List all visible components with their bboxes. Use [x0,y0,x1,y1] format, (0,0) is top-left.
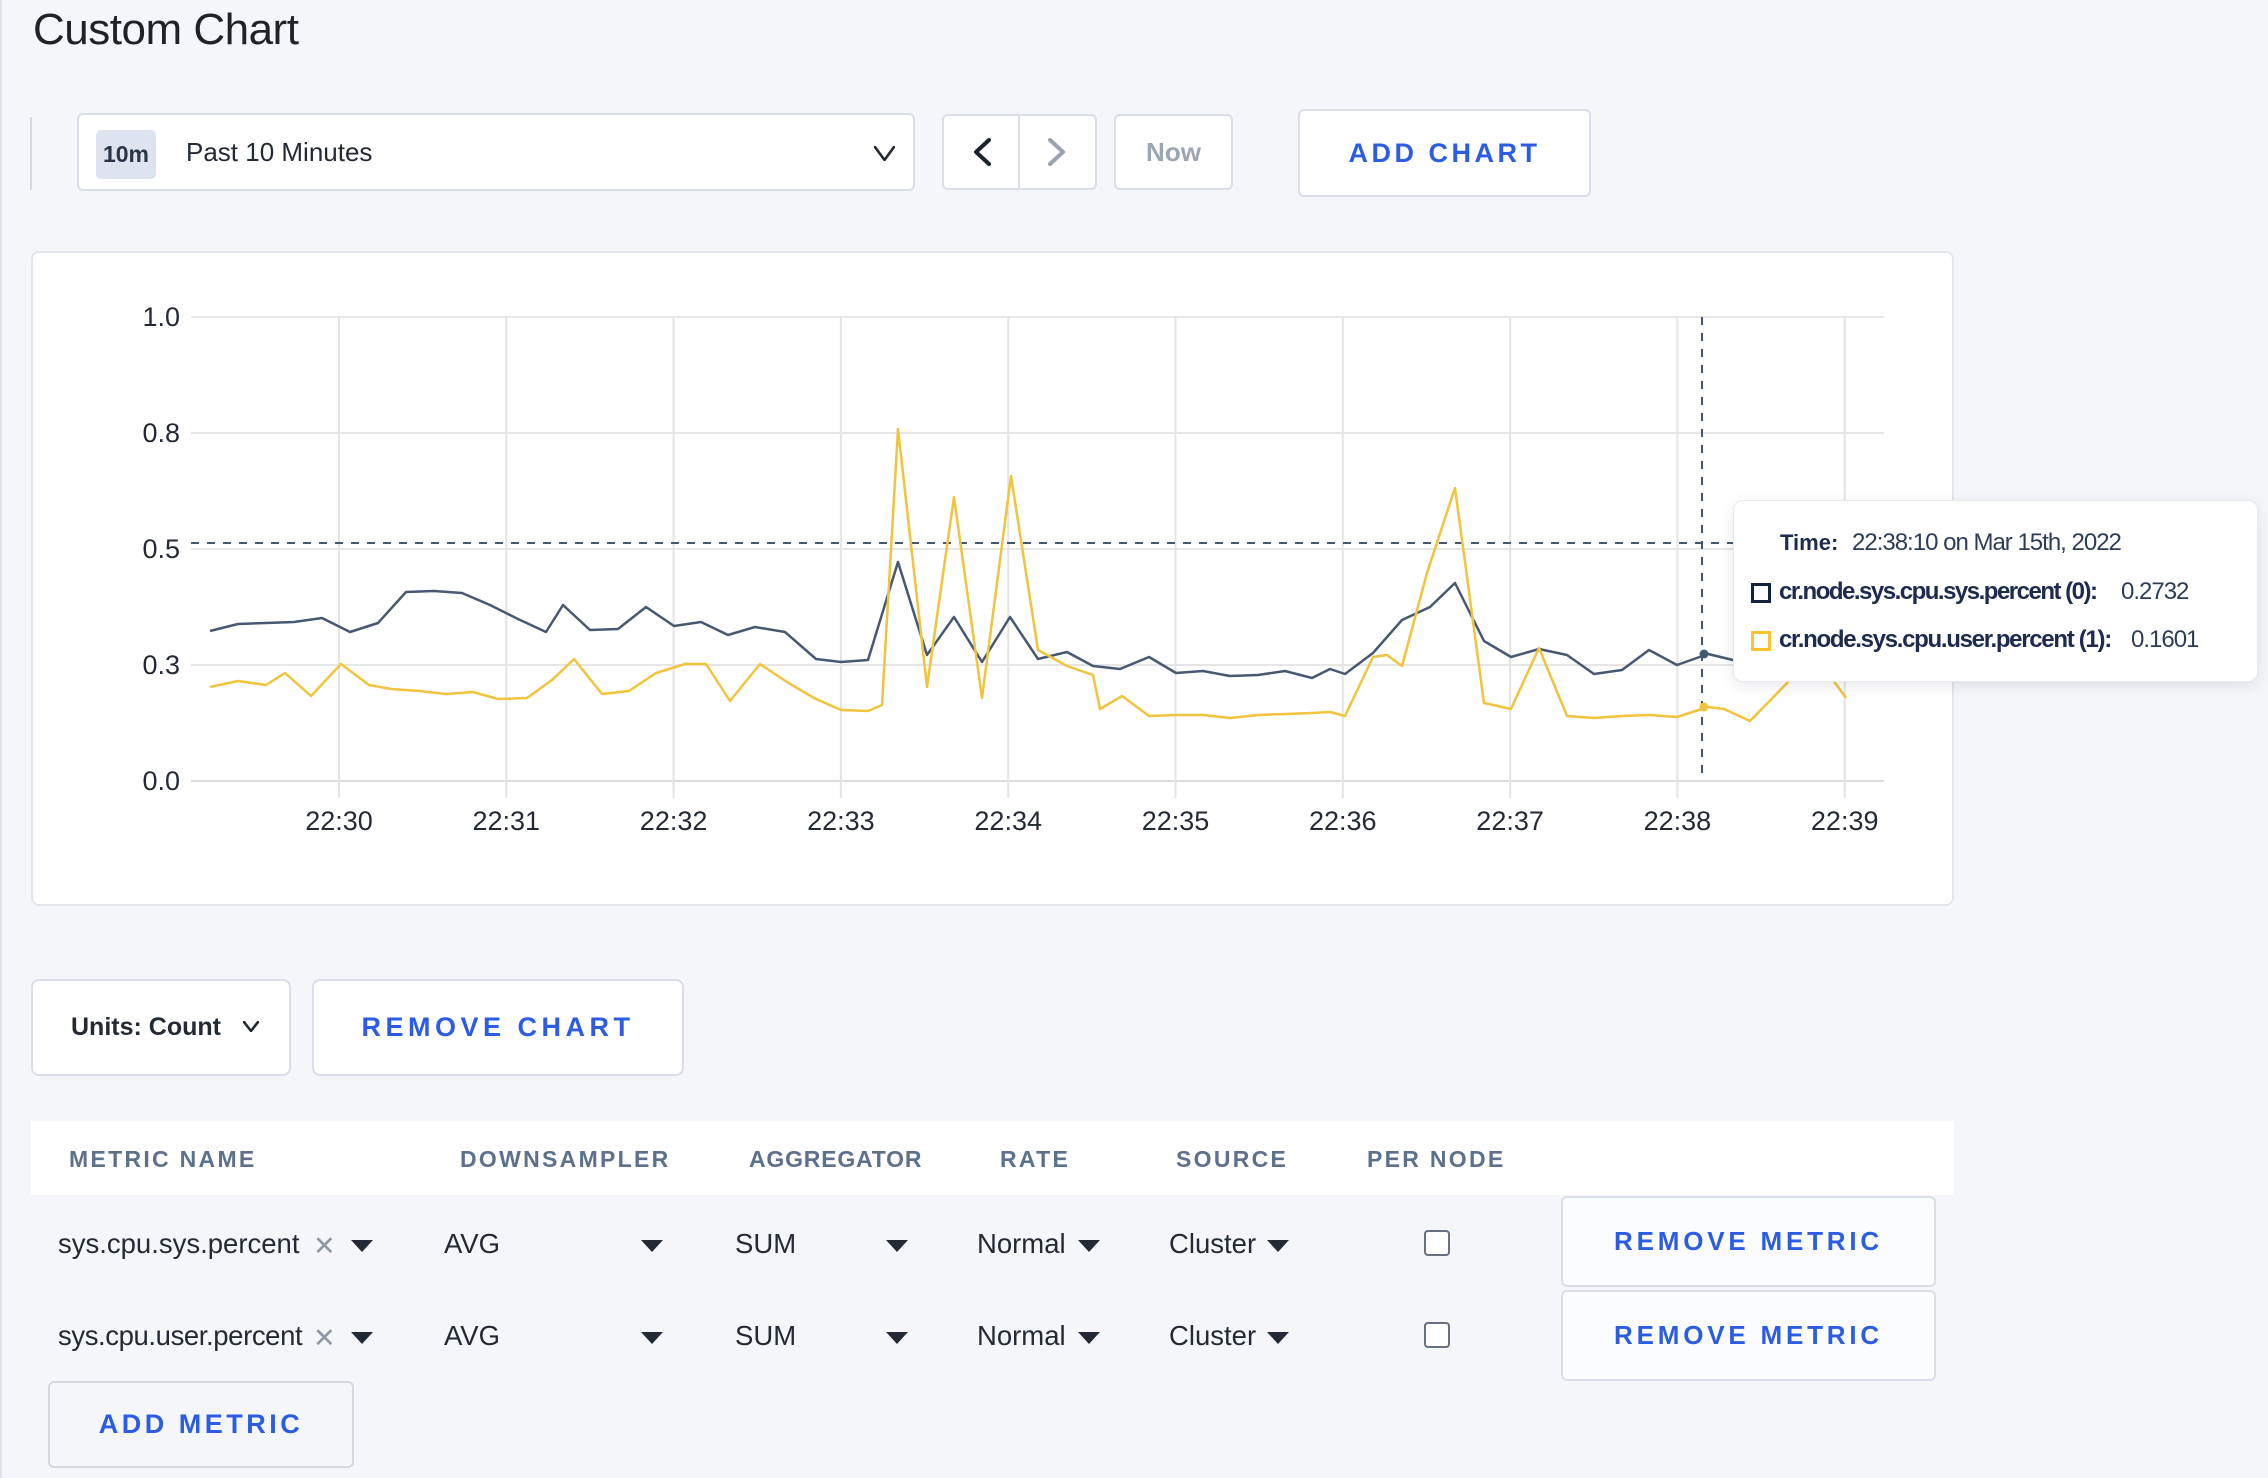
svg-text:0.3: 0.3 [142,650,180,680]
svg-text:22:31: 22:31 [473,806,541,836]
svg-text:22:32: 22:32 [640,806,708,836]
svg-text:0.8: 0.8 [142,418,180,448]
svg-text:1.0: 1.0 [142,302,180,332]
svg-text:22:33: 22:33 [807,806,875,836]
svg-text:22:37: 22:37 [1476,806,1544,836]
svg-text:22:35: 22:35 [1142,806,1210,836]
svg-text:0.5: 0.5 [142,534,180,564]
svg-text:22:38: 22:38 [1644,806,1712,836]
svg-text:22:36: 22:36 [1309,806,1377,836]
svg-text:22:30: 22:30 [305,806,373,836]
svg-text:22:34: 22:34 [974,806,1042,836]
svg-text:0.0: 0.0 [142,766,180,796]
svg-text:22:39: 22:39 [1811,806,1879,836]
